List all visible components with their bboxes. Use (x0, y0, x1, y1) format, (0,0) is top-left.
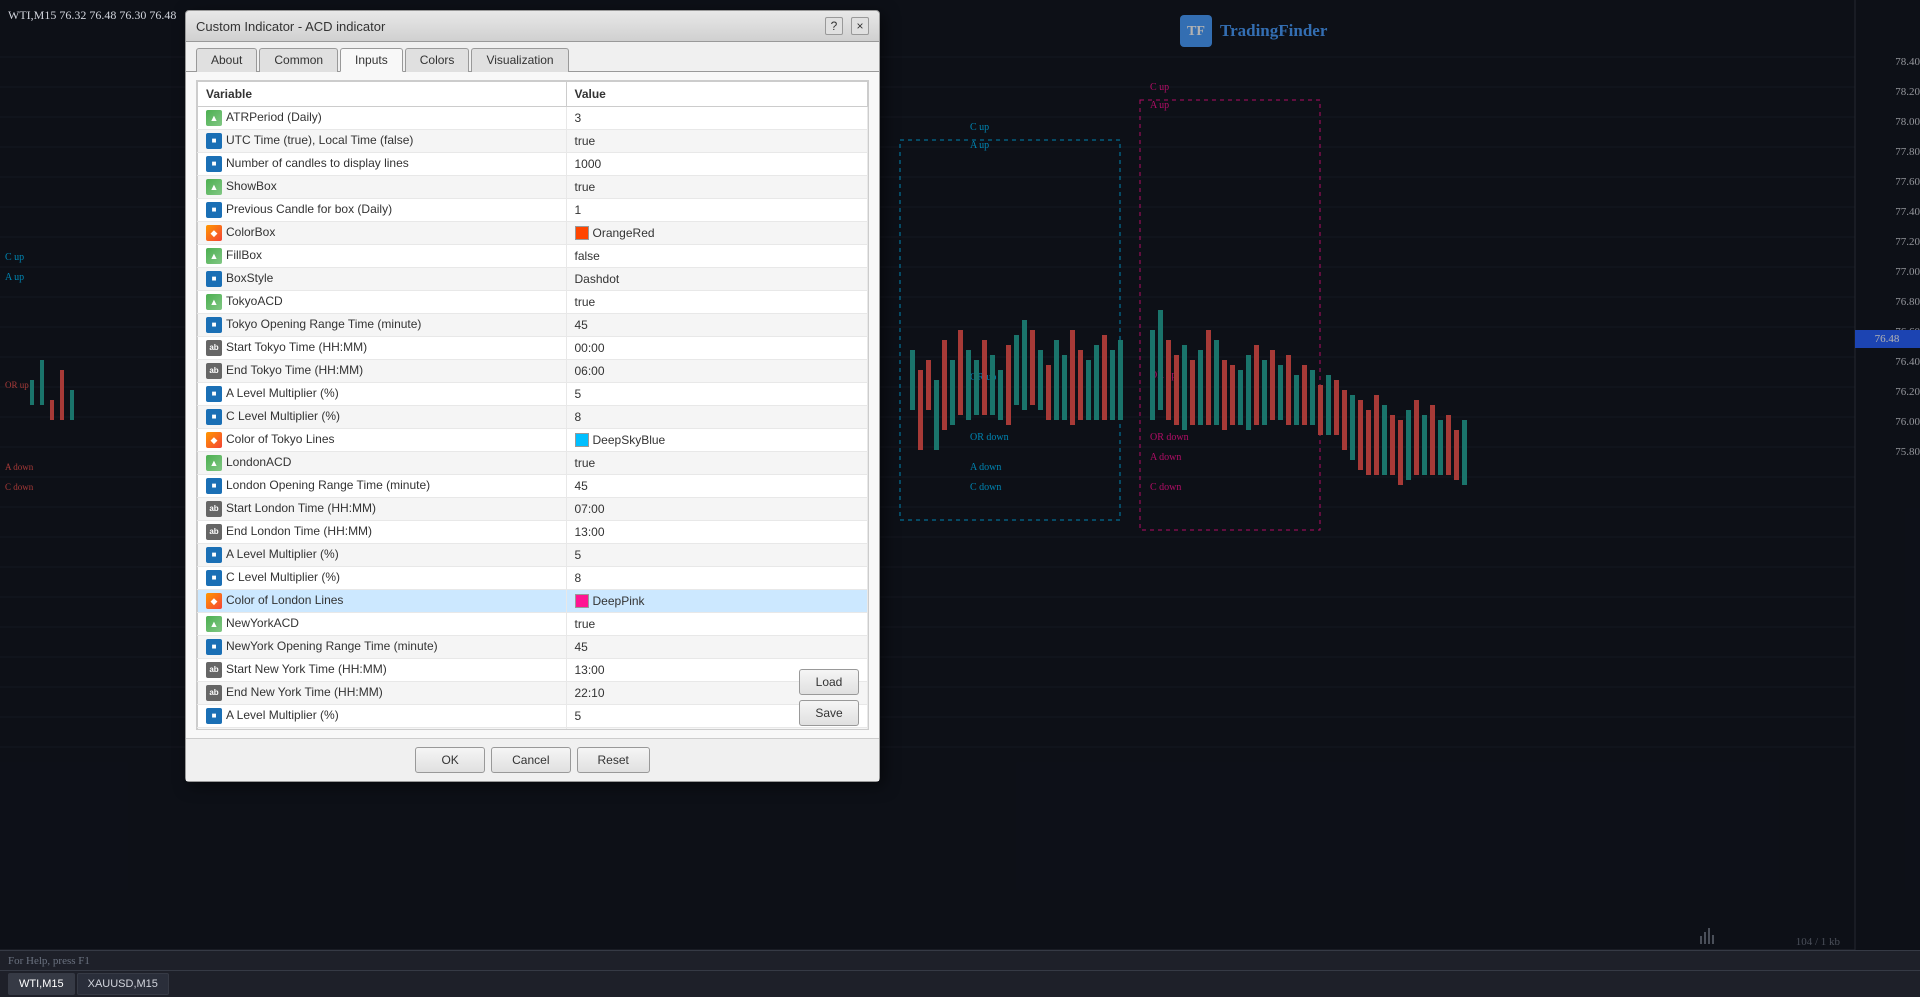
params-table: Variable Value ▲ATRPeriod (Daily) 3 ■UTC… (197, 81, 868, 730)
tab-colors[interactable]: Colors (405, 48, 470, 72)
col-variable: Variable (198, 82, 567, 107)
load-button[interactable]: Load (799, 669, 859, 695)
table-row: ■Tokyo Opening Range Time (minute) (198, 314, 567, 337)
table-cell-value[interactable]: 1 (566, 199, 868, 222)
dialog-titlebar: Custom Indicator - ACD indicator ? × (186, 11, 879, 42)
table-row: ■A Level Multiplier (%) (198, 544, 567, 567)
table-cell-value[interactable]: 5 (566, 383, 868, 406)
table-cell-value[interactable]: true (566, 291, 868, 314)
dialog-tabs: About Common Inputs Colors Visualization (186, 42, 879, 72)
table-cell-value[interactable]: OrangeRed (566, 222, 868, 245)
tab-about[interactable]: About (196, 48, 257, 72)
dialog-footer: Load Save OK Cancel Reset (186, 738, 879, 781)
table-row: ◆Color of Tokyo Lines (198, 429, 567, 452)
table-cell-value[interactable]: 1000 (566, 153, 868, 176)
reset-button[interactable]: Reset (577, 747, 650, 773)
bottom-tabs: WTI,M15 XAUUSD,M15 (0, 970, 1920, 997)
table-row: ■NewYork Opening Range Time (minute) (198, 636, 567, 659)
params-table-container[interactable]: Variable Value ▲ATRPeriod (Daily) 3 ■UTC… (196, 80, 869, 730)
dialog-help-button[interactable]: ? (825, 17, 843, 35)
table-row: ▲ShowBox (198, 176, 567, 199)
status-bar: For Help, press F1 (0, 950, 1920, 970)
table-cell-value[interactable]: true (566, 176, 868, 199)
table-cell-value[interactable]: 45 (566, 314, 868, 337)
tab-xauusd[interactable]: XAUUSD,M15 (77, 973, 169, 995)
table-row: ▲LondonACD (198, 452, 567, 475)
table-cell-value[interactable]: 06:00 (566, 360, 868, 383)
footer-buttons: OK Cancel Reset (196, 747, 869, 773)
dialog-controls: ? × (825, 17, 869, 35)
tab-visualization[interactable]: Visualization (471, 48, 568, 72)
load-save-area: Load Save (799, 669, 859, 726)
tab-common[interactable]: Common (259, 48, 338, 72)
tab-inputs[interactable]: Inputs (340, 48, 403, 72)
dialog-title: Custom Indicator - ACD indicator (196, 19, 385, 34)
table-row: ■Previous Candle for box (Daily) (198, 199, 567, 222)
table-row: ■A Level Multiplier (%) (198, 705, 567, 728)
table-row: abEnd London Time (HH:MM) (198, 521, 567, 544)
table-cell-value[interactable]: 45 (566, 636, 868, 659)
table-row: abEnd New York Time (HH:MM) (198, 682, 567, 705)
table-row: ▲NewYorkACD (198, 613, 567, 636)
table-row: ▲TokyoACD (198, 291, 567, 314)
table-row: abStart New York Time (HH:MM) (198, 659, 567, 682)
table-cell-value[interactable]: DeepSkyBlue (566, 429, 868, 452)
table-cell-value[interactable]: true (566, 613, 868, 636)
modal-overlay: Custom Indicator - ACD indicator ? × Abo… (0, 0, 1920, 997)
col-value: Value (566, 82, 868, 107)
table-row: ◆Color of London Lines (198, 590, 567, 613)
table-cell-value[interactable]: 5 (566, 544, 868, 567)
table-cell-value[interactable]: Dashdot (566, 268, 868, 291)
dialog-content: Variable Value ▲ATRPeriod (Daily) 3 ■UTC… (186, 72, 879, 738)
table-cell-value[interactable]: 8 (566, 567, 868, 590)
table-row: abStart London Time (HH:MM) (198, 498, 567, 521)
table-cell-value[interactable]: false (566, 245, 868, 268)
tab-wti[interactable]: WTI,M15 (8, 973, 75, 995)
table-cell-value[interactable]: 3 (566, 107, 868, 130)
table-cell-value[interactable]: 13:00 (566, 521, 868, 544)
custom-indicator-dialog: Custom Indicator - ACD indicator ? × Abo… (185, 10, 880, 782)
status-help: For Help, press F1 (8, 955, 90, 967)
table-cell-value[interactable]: true (566, 130, 868, 153)
table-cell-value[interactable]: 07:00 (566, 498, 868, 521)
table-row: ◆ColorBox (198, 222, 567, 245)
table-row: ■C Level Multiplier (%) (198, 567, 567, 590)
table-cell-value[interactable]: DeepPink (566, 590, 868, 613)
save-button[interactable]: Save (799, 700, 859, 726)
dialog-close-button[interactable]: × (851, 17, 869, 35)
table-cell-value[interactable]: 8 (566, 406, 868, 429)
chart-ticker: WTI,M15 76.32 76.48 76.30 76.48 (8, 8, 176, 23)
table-row: ■BoxStyle (198, 268, 567, 291)
table-cell-value[interactable]: 00:00 (566, 337, 868, 360)
table-row: ■Number of candles to display lines (198, 153, 567, 176)
table-cell-value[interactable]: 45 (566, 475, 868, 498)
table-row: ■A Level Multiplier (%) (198, 383, 567, 406)
ok-button[interactable]: OK (415, 747, 485, 773)
table-row: abStart Tokyo Time (HH:MM) (198, 337, 567, 360)
cancel-button[interactable]: Cancel (491, 747, 570, 773)
table-cell-value[interactable]: true (566, 452, 868, 475)
table-row: ▲ATRPeriod (Daily) (198, 107, 567, 130)
table-row: ▲FillBox (198, 245, 567, 268)
table-row: ■UTC Time (true), Local Time (false) (198, 130, 567, 153)
table-row: abEnd Tokyo Time (HH:MM) (198, 360, 567, 383)
table-row: ■London Opening Range Time (minute) (198, 475, 567, 498)
table-row: ■C Level Multiplier (%) (198, 728, 567, 731)
table-cell-value[interactable]: 8 (566, 728, 868, 731)
table-row: ■C Level Multiplier (%) (198, 406, 567, 429)
